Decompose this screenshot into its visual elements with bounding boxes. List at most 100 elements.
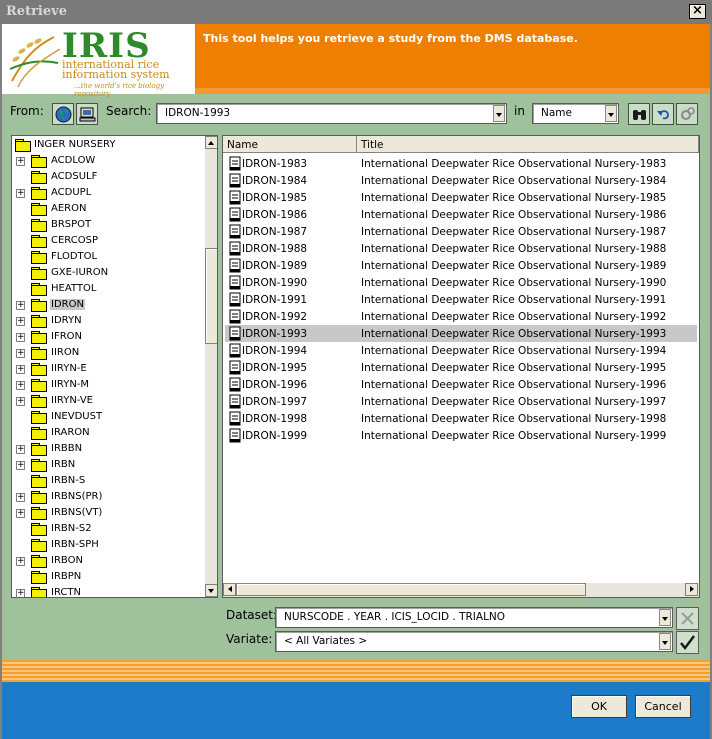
row-name: IDRON-1996	[242, 379, 308, 391]
tree-item[interactable]: AERON	[12, 201, 205, 217]
scroll-up-arrow[interactable]	[205, 136, 217, 149]
expand-icon[interactable]: +	[16, 301, 25, 310]
chevron-down-icon[interactable]	[659, 609, 671, 626]
table-row[interactable]: IDRON-1998 International Deepwater Rice O…	[225, 410, 697, 427]
tree-item[interactable]: CERCOSP	[12, 233, 205, 249]
column-header-name[interactable]: Name	[223, 136, 357, 153]
tree-item[interactable]: + IRBON	[12, 553, 205, 569]
tree-scrollbar[interactable]	[205, 136, 217, 597]
undo-button[interactable]	[652, 103, 674, 125]
list-horizontal-scrollbar[interactable]	[223, 583, 699, 597]
expand-icon[interactable]: +	[16, 461, 25, 470]
in-label: in	[514, 104, 525, 118]
tree-item[interactable]: + IIRYN-E	[12, 361, 205, 377]
study-list[interactable]: Name Title IDRON-1983 International Deepw…	[222, 135, 700, 598]
scroll-thumb[interactable]	[236, 583, 586, 596]
expand-icon[interactable]: +	[16, 333, 25, 342]
find-button[interactable]	[628, 103, 650, 125]
expand-icon[interactable]: +	[16, 189, 25, 198]
search-label: Search:	[106, 104, 152, 118]
tree-item[interactable]: + IIRYN-M	[12, 377, 205, 393]
tree-item[interactable]: IRARON	[12, 425, 205, 441]
expand-icon[interactable]: +	[16, 349, 25, 358]
expand-icon[interactable]: +	[16, 157, 25, 166]
tree-item[interactable]: + IRCTN	[12, 585, 205, 597]
table-row[interactable]: IDRON-1999 International Deepwater Rice O…	[225, 427, 697, 444]
tree-root[interactable]: INGER NURSERY	[12, 137, 205, 153]
scroll-down-arrow[interactable]	[205, 584, 217, 597]
table-row[interactable]: IDRON-1993 International Deepwater Rice O…	[225, 325, 697, 342]
document-icon	[229, 326, 241, 341]
table-row[interactable]: IDRON-1989 International Deepwater Rice O…	[225, 257, 697, 274]
scroll-right-arrow[interactable]	[685, 583, 698, 596]
tree-item[interactable]: BRSPOT	[12, 217, 205, 233]
scroll-left-arrow[interactable]	[223, 583, 236, 596]
tree-item[interactable]: + IIRYN-VE	[12, 393, 205, 409]
expand-icon[interactable]: +	[16, 317, 25, 326]
ok-button[interactable]: OK	[571, 695, 627, 718]
tree-item[interactable]: + ACDUPL	[12, 185, 205, 201]
table-row[interactable]: IDRON-1984 International Deepwater Rice O…	[225, 172, 697, 189]
tree-item[interactable]: ACDSULF	[12, 169, 205, 185]
tree-item[interactable]: + IFRON	[12, 329, 205, 345]
cancel-button[interactable]: Cancel	[635, 695, 691, 718]
tree-item[interactable]: INEVDUST	[12, 409, 205, 425]
chevron-down-icon[interactable]	[659, 633, 671, 650]
search-field-select[interactable]: Name	[532, 103, 619, 124]
expand-icon[interactable]: +	[16, 509, 25, 518]
tree-item[interactable]: + IRBNS(PR)	[12, 489, 205, 505]
expand-icon[interactable]: +	[16, 557, 25, 566]
local-source-button[interactable]	[76, 103, 98, 125]
apply-button[interactable]	[676, 631, 699, 654]
tree-item[interactable]: + IRBBN	[12, 441, 205, 457]
expand-icon[interactable]: +	[16, 493, 25, 502]
globe-source-button[interactable]	[52, 103, 74, 125]
tree-item[interactable]: + IDRON	[12, 297, 205, 313]
tree-item[interactable]: FLODTOL	[12, 249, 205, 265]
table-row[interactable]: IDRON-1992 International Deepwater Rice O…	[225, 308, 697, 325]
tree-item[interactable]: IRBN-S	[12, 473, 205, 489]
table-row[interactable]: IDRON-1991 International Deepwater Rice O…	[225, 291, 697, 308]
nursery-tree[interactable]: INGER NURSERY + ACDLOW ACDSULF + ACDUPL AERON B…	[11, 135, 218, 598]
iris-logo: IRIS international rice information syst…	[2, 24, 195, 98]
header-banner: IRIS international rice information syst…	[2, 24, 710, 98]
table-row[interactable]: IDRON-1990 International Deepwater Rice O…	[225, 274, 697, 291]
tree-item[interactable]: IRBN-SPH	[12, 537, 205, 553]
expand-icon[interactable]: +	[16, 589, 25, 597]
tree-item[interactable]: + IRBN	[12, 457, 205, 473]
clear-button[interactable]	[676, 607, 699, 630]
tree-item[interactable]: + IRBNS(VT)	[12, 505, 205, 521]
expand-icon[interactable]: +	[16, 365, 25, 374]
close-button[interactable]: ×	[689, 4, 706, 19]
tree-item-label: CERCOSP	[51, 235, 98, 246]
chevron-down-icon[interactable]	[493, 105, 505, 122]
tree-item[interactable]: + IDRYN	[12, 313, 205, 329]
folder-icon	[31, 507, 47, 520]
table-row[interactable]: IDRON-1997 International Deepwater Rice O…	[225, 393, 697, 410]
expand-icon[interactable]: +	[16, 397, 25, 406]
tree-item[interactable]: + IIRON	[12, 345, 205, 361]
table-row[interactable]: IDRON-1995 International Deepwater Rice O…	[225, 359, 697, 376]
tree-item[interactable]: GXE-IURON	[12, 265, 205, 281]
table-row[interactable]: IDRON-1994 International Deepwater Rice O…	[225, 342, 697, 359]
tree-item[interactable]: IRBN-S2	[12, 521, 205, 537]
expand-icon[interactable]: +	[16, 445, 25, 454]
search-combobox[interactable]: IDRON-1993	[156, 103, 507, 124]
chevron-down-icon[interactable]	[605, 105, 617, 122]
dataset-combobox[interactable]: NURSCODE . YEAR . ICIS_LOCID . TRIALNO	[275, 607, 673, 628]
table-row[interactable]: IDRON-1985 International Deepwater Rice O…	[225, 189, 697, 206]
table-row[interactable]: IDRON-1986 International Deepwater Rice O…	[225, 206, 697, 223]
settings-button[interactable]	[676, 103, 698, 125]
tree-item[interactable]: HEATTOL	[12, 281, 205, 297]
column-header-title[interactable]: Title	[357, 136, 699, 153]
table-row[interactable]: IDRON-1983 International Deepwater Rice O…	[225, 155, 697, 172]
table-row[interactable]: IDRON-1987 International Deepwater Rice O…	[225, 223, 697, 240]
expand-icon[interactable]: +	[16, 381, 25, 390]
table-row[interactable]: IDRON-1988 International Deepwater Rice O…	[225, 240, 697, 257]
variate-combobox[interactable]: < All Variates >	[275, 631, 673, 652]
scroll-thumb[interactable]	[205, 248, 217, 344]
tree-item[interactable]: IRBPN	[12, 569, 205, 585]
folder-icon	[31, 267, 47, 280]
table-row[interactable]: IDRON-1996 International Deepwater Rice O…	[225, 376, 697, 393]
tree-item[interactable]: + ACDLOW	[12, 153, 205, 169]
